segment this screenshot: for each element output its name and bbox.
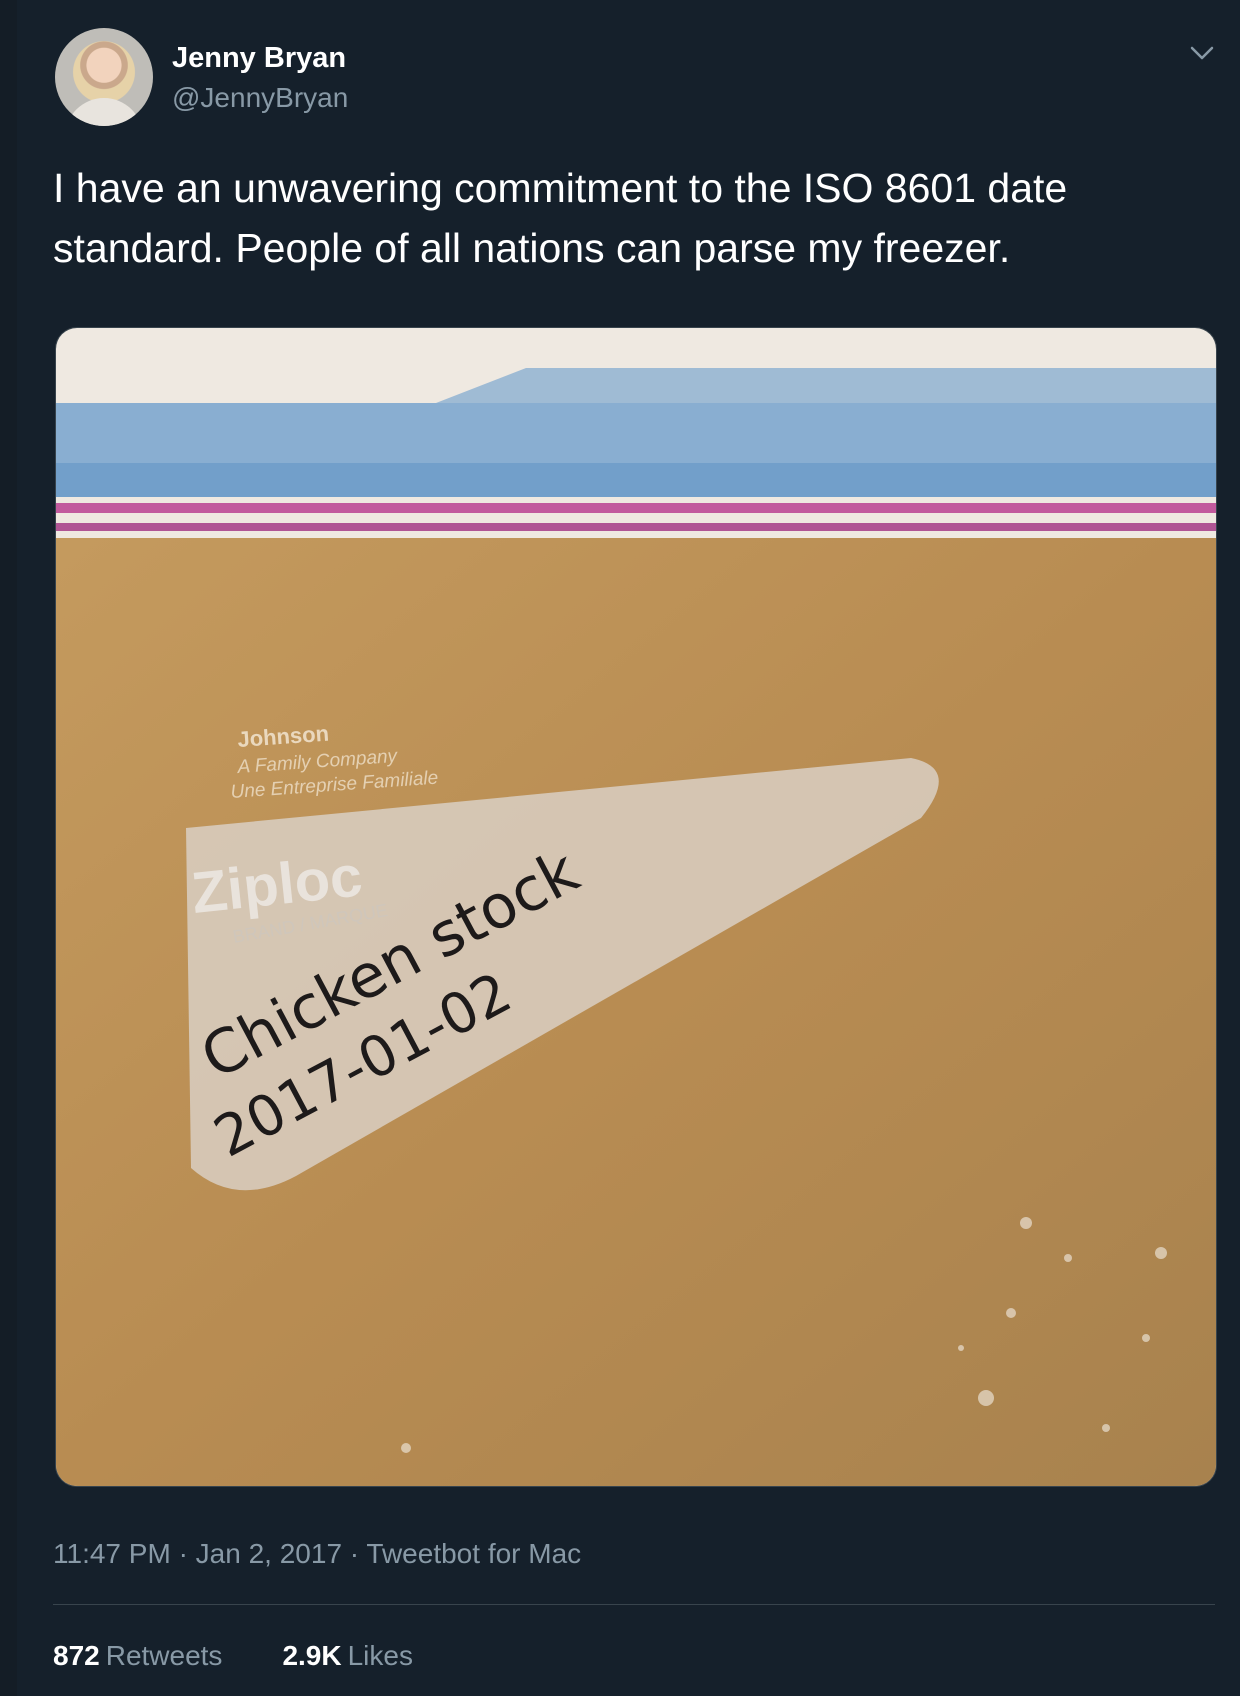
tweet-text: I have an unwavering commitment to the I…	[53, 165, 1068, 271]
likes-count: 2.9K	[282, 1640, 342, 1671]
likes-stat[interactable]: 2.9K Likes	[282, 1640, 413, 1672]
blue-zip-strip	[56, 403, 1216, 463]
tweet-stats: 872 Retweets 2.9K Likes	[53, 1640, 413, 1672]
author-handle[interactable]: @JennyBryan	[172, 82, 348, 114]
pink-zip-line-1	[56, 503, 1216, 513]
retweets-count: 872	[53, 1640, 100, 1671]
photo-ziploc-bag: Johnson A Family Company Une Entreprise …	[56, 328, 1216, 1486]
retweets-stat[interactable]: 872 Retweets	[53, 1640, 222, 1672]
blue-zip-band	[56, 463, 1216, 497]
blue-zip-tab	[436, 368, 1216, 403]
retweets-label: Retweets	[105, 1640, 223, 1671]
divider	[53, 1604, 1215, 1605]
tweet-source[interactable]: Tweetbot for Mac	[366, 1538, 581, 1569]
avatar-shoulders	[65, 98, 143, 126]
tweet-card: Jenny Bryan @JennyBryan I have an unwave…	[17, 0, 1240, 1696]
tweet-meta: 11:47 PM · Jan 2, 2017 · Tweetbot for Ma…	[53, 1538, 581, 1570]
chevron-down-icon[interactable]	[1187, 38, 1217, 68]
likes-label: Likes	[347, 1640, 413, 1671]
tweet-photo[interactable]: Johnson A Family Company Une Entreprise …	[55, 327, 1217, 1487]
avatar[interactable]	[55, 28, 153, 126]
pink-zip-line-2	[56, 523, 1216, 531]
author-name[interactable]: Jenny Bryan	[172, 42, 346, 75]
tweet-time[interactable]: 11:47 PM	[53, 1538, 171, 1569]
meta-separator: ·	[178, 1538, 188, 1569]
tweet-date[interactable]: Jan 2, 2017	[196, 1538, 342, 1569]
meta-separator: ·	[349, 1538, 360, 1569]
